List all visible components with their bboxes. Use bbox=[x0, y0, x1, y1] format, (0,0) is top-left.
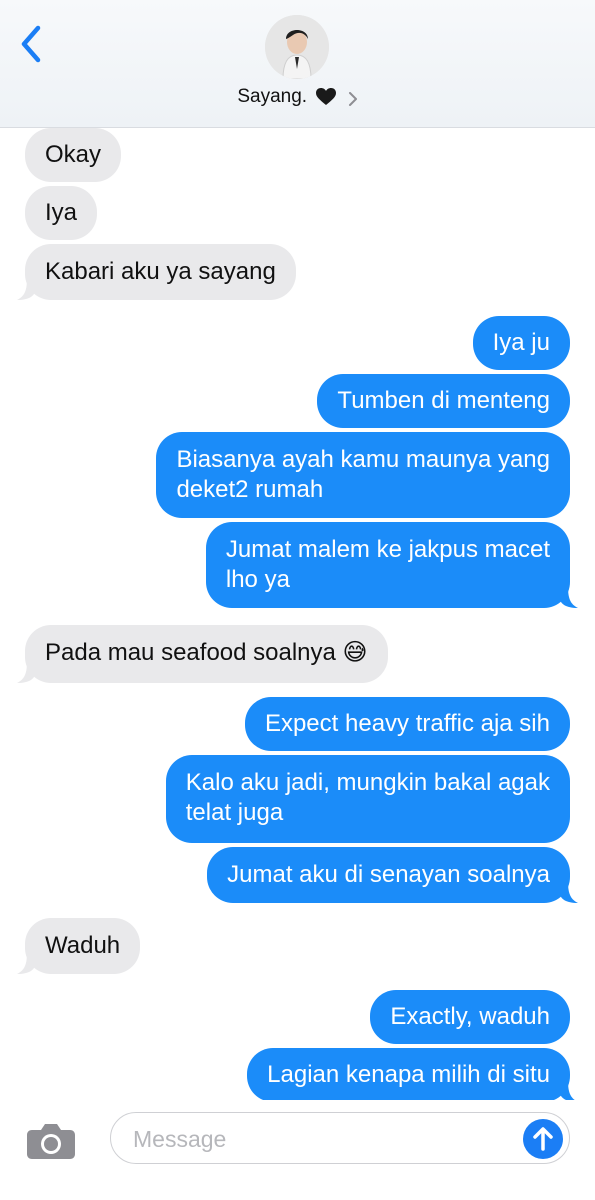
message-text: Kalo aku jadi, mungkin bakal agak bbox=[185, 769, 550, 796]
message-text: Waduh bbox=[45, 932, 121, 959]
contact-name-row[interactable]: Sayang. bbox=[0, 86, 595, 108]
incoming-message[interactable]: Pada mau seafood soalnya 😅 bbox=[17, 625, 388, 683]
outgoing-message[interactable]: Tumben di menteng bbox=[317, 374, 570, 428]
bubble-tail bbox=[560, 1080, 578, 1102]
message-text: Jumat malem ke jakpus macet bbox=[225, 536, 550, 563]
bubble-tail bbox=[17, 952, 35, 974]
outgoing-message[interactable]: Exactly, waduh bbox=[370, 990, 570, 1044]
message-input[interactable]: Message bbox=[110, 1112, 570, 1164]
message-composer: Message bbox=[0, 1100, 595, 1200]
outgoing-message[interactable]: Iya ju bbox=[472, 316, 570, 370]
bubble-tail bbox=[17, 278, 35, 300]
message-list[interactable]: Okay Iya Kabari aku ya sayang Iya ju Tum… bbox=[0, 128, 595, 1103]
contact-name: Sayang. bbox=[237, 86, 308, 107]
outgoing-message[interactable]: Jumat aku di senayan soalnya bbox=[207, 847, 578, 903]
outgoing-message[interactable]: Lagian kenapa milih di situ bbox=[247, 1048, 578, 1102]
message-text: Iya bbox=[45, 199, 78, 226]
camera-icon[interactable] bbox=[26, 1120, 76, 1160]
message-text: Biasanya ayah kamu maunya yang bbox=[176, 446, 550, 473]
outgoing-message[interactable]: Jumat malem ke jakpus macet lho ya bbox=[205, 522, 578, 608]
incoming-message[interactable]: Iya bbox=[25, 186, 98, 240]
message-text: Tumben di menteng bbox=[337, 387, 550, 414]
conversation-header: Sayang. bbox=[0, 0, 595, 128]
back-chevron-icon[interactable] bbox=[18, 24, 46, 64]
message-text: Kabari aku ya sayang bbox=[45, 258, 276, 285]
incoming-message[interactable]: Waduh bbox=[17, 918, 141, 974]
message-text: Iya ju bbox=[492, 329, 550, 356]
bubble-tail bbox=[17, 661, 35, 683]
chevron-right-icon bbox=[348, 90, 358, 106]
message-text: Exactly, waduh bbox=[390, 1003, 550, 1030]
message-text: deket2 rumah bbox=[176, 476, 324, 503]
message-text: Lagian kenapa milih di situ bbox=[267, 1061, 550, 1088]
outgoing-message[interactable]: Biasanya ayah kamu maunya yang deket2 ru… bbox=[156, 432, 570, 518]
black-heart-icon bbox=[316, 88, 337, 106]
bubble-tail bbox=[560, 881, 578, 903]
outgoing-message[interactable]: Kalo aku jadi, mungkin bakal agak telat … bbox=[165, 755, 570, 843]
message-text: lho ya bbox=[225, 566, 290, 593]
outgoing-message[interactable]: Expect heavy traffic aja sih bbox=[244, 697, 570, 751]
message-text: Jumat aku di senayan soalnya bbox=[227, 861, 550, 888]
bubble-tail bbox=[560, 586, 578, 608]
message-text: Expect heavy traffic aja sih bbox=[264, 710, 550, 737]
send-arrow-icon[interactable] bbox=[523, 1119, 563, 1159]
incoming-message[interactable]: Okay bbox=[25, 128, 122, 182]
contact-avatar[interactable] bbox=[265, 15, 329, 79]
incoming-message[interactable]: Kabari aku ya sayang bbox=[17, 244, 296, 300]
message-text: Okay bbox=[45, 141, 102, 168]
message-text: Pada mau seafood soalnya 😅 bbox=[45, 639, 368, 666]
message-placeholder: Message bbox=[133, 1126, 227, 1152]
message-text: telat juga bbox=[185, 799, 284, 826]
